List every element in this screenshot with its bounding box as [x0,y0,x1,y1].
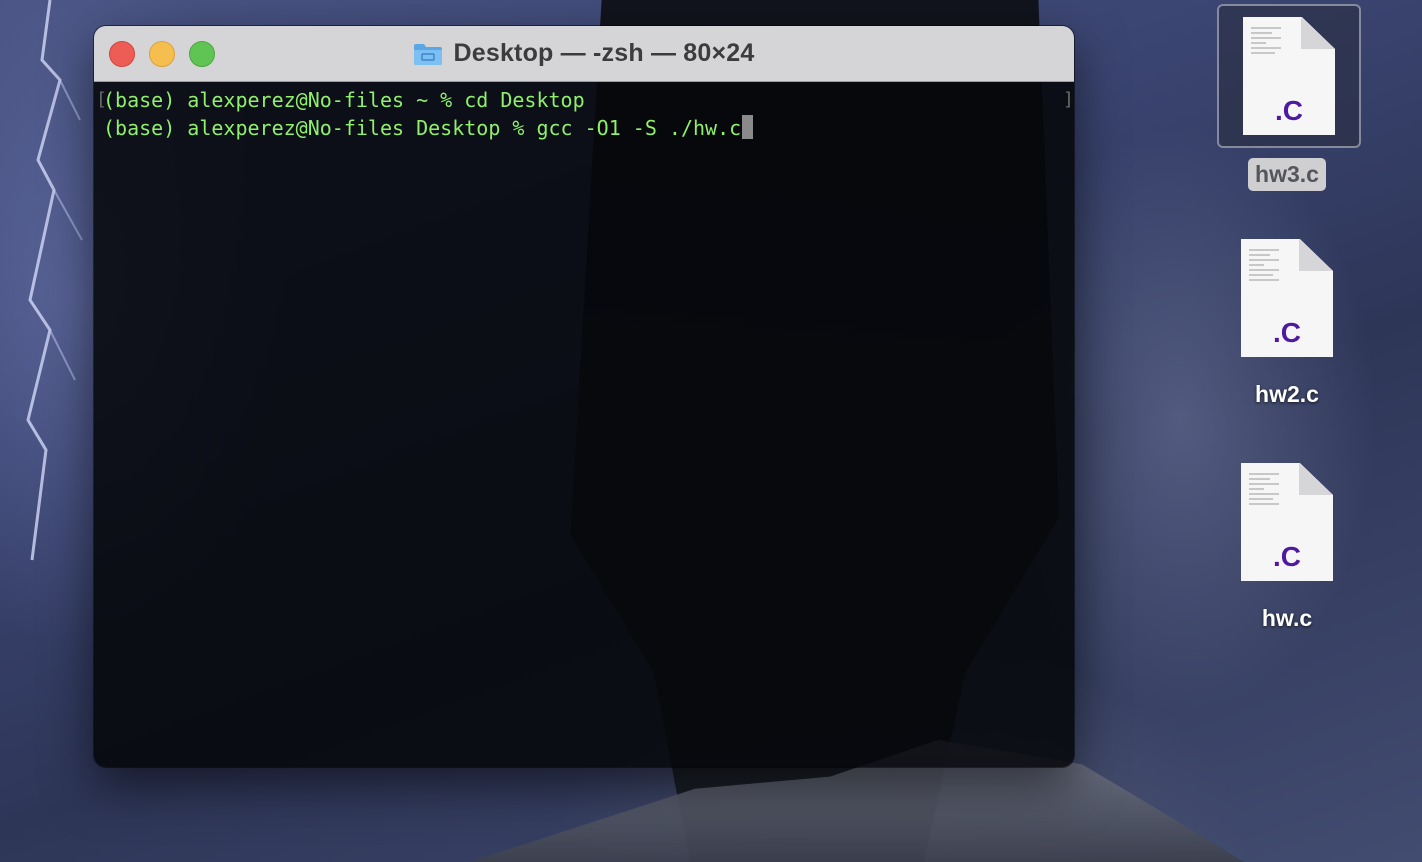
file-extension-label: .C [1273,317,1301,348]
c-file-icon: .C [1241,239,1333,357]
file-name-label[interactable]: hw3.c [1248,158,1326,191]
file-extension-label: .C [1273,541,1301,572]
terminal-line: (base) alexperez@No-files Desktop % gcc … [103,114,1074,142]
terminal-window[interactable]: Desktop — -zsh — 80×24 [(base) alexperez… [94,26,1074,767]
terminal-line-text: (base) alexperez@No-files Desktop % gcc … [103,116,742,140]
desktop-file-hw[interactable]: .C hw.c [1217,452,1357,635]
text-cursor [742,115,754,139]
file-name-label[interactable]: hw2.c [1248,378,1326,411]
mark-bracket-left: [ [96,89,107,110]
file-icon-frame[interactable]: .C [1217,452,1357,592]
folder-icon [413,42,443,66]
file-extension-label: .C [1275,95,1303,126]
terminal-output[interactable]: [(base) alexperez@No-files ~ % cd Deskto… [94,82,1074,767]
desktop-file-hw2[interactable]: .C hw2.c [1217,228,1357,411]
wallpaper-lightning [26,0,83,561]
file-icon-frame[interactable]: .C [1217,4,1361,148]
desktop-file-hw3[interactable]: .C hw3.c [1217,4,1361,191]
terminal-line: [(base) alexperez@No-files ~ % cd Deskto… [96,86,1074,114]
mark-bracket-right: ] [1063,89,1074,110]
window-title: Desktop — -zsh — 80×24 [453,39,755,67]
terminal-titlebar[interactable]: Desktop — -zsh — 80×24 [94,26,1074,82]
window-title-group: Desktop — -zsh — 80×24 [94,26,1074,81]
c-file-icon: .C [1241,463,1333,581]
file-icon-frame[interactable]: .C [1217,228,1357,368]
c-file-icon: .C [1243,17,1335,135]
terminal-line-text: (base) alexperez@No-files ~ % cd Desktop [103,88,585,112]
file-name-label[interactable]: hw.c [1255,602,1319,635]
